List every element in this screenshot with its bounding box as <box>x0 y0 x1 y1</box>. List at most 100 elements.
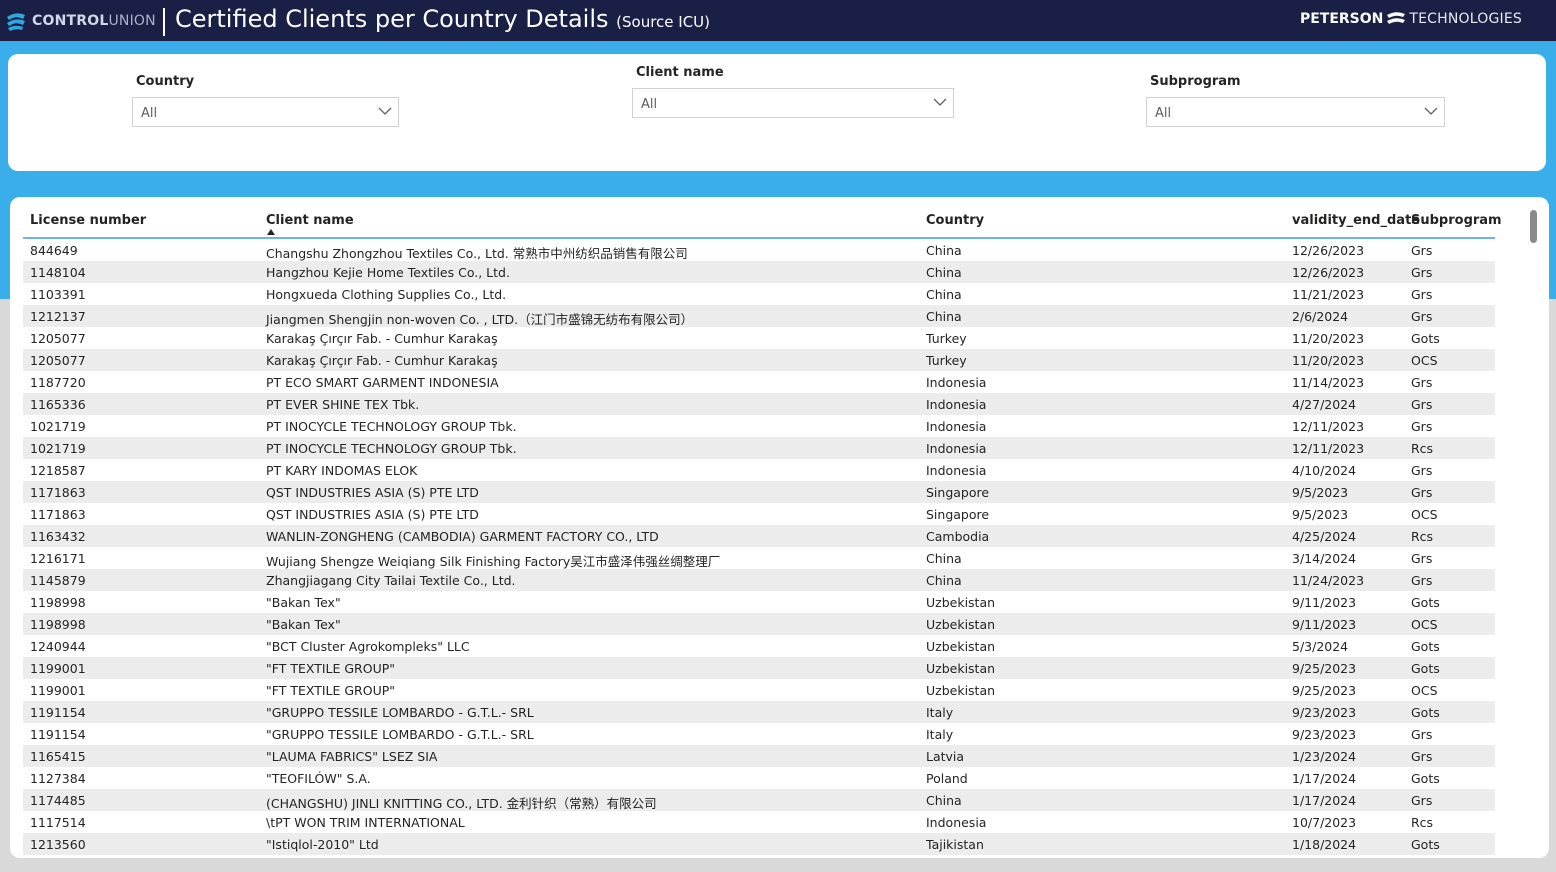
license-number-cell: 1205077 <box>30 331 86 346</box>
column-header-subprogram[interactable]: Subprogram <box>1411 213 1502 228</box>
country-cell: Indonesia <box>926 419 987 434</box>
table-row[interactable]: 1212137 Jiangmen Shengjin non-woven Co. ,… <box>23 305 1495 327</box>
country-cell: China <box>926 243 962 258</box>
table-row[interactable]: 1103391 Hongxueda Clothing Supplies Co., … <box>23 283 1495 305</box>
license-number-cell: 844649 <box>30 243 78 258</box>
table-row[interactable]: 1021719 PT INOCYCLE TECHNOLOGY GROUP Tbk.… <box>23 415 1495 437</box>
validity-end-date-cell: 2/6/2024 <box>1292 309 1349 324</box>
subprogram-cell: Gots <box>1411 331 1440 346</box>
table-row[interactable]: 844649 Changshu Zhongzhou Textiles Co., L… <box>23 239 1495 261</box>
subprogram-cell: Grs <box>1411 419 1433 434</box>
country-cell: Singapore <box>926 485 990 500</box>
table-row[interactable]: 1187720 PT ECO SMART GARMENT INDONESIA Ind… <box>23 371 1495 393</box>
country-cell: Turkey <box>926 353 967 368</box>
client-name-cell: "LAUMA FABRICS" LSEZ SIA <box>266 749 438 764</box>
client-name-cell: WANLIN-ZONGHENG (CAMBODIA) GARMENT FACTO… <box>266 529 659 544</box>
country-cell: Uzbekistan <box>926 595 996 610</box>
table-row[interactable]: 1216171 Wujiang Shengze Weiqiang Silk Fin… <box>23 547 1495 569</box>
table-row[interactable]: 1205077 Karakaş Çırçır Fab. - Cumhur Kara… <box>23 349 1495 371</box>
client-name-dropdown[interactable]: All <box>632 88 954 118</box>
validity-end-date-cell: 1/17/2024 <box>1292 793 1357 808</box>
subprogram-cell: Grs <box>1411 727 1433 742</box>
client-name-cell: Zhangjiagang City Tailai Textile Co., Lt… <box>266 573 516 588</box>
client-name-cell: Karakaş Çırçır Fab. - Cumhur Karakaş <box>266 353 498 368</box>
client-name-slicer: Client name All <box>632 65 954 118</box>
subprogram-cell: Grs <box>1411 551 1433 566</box>
report-header: CONTROLUNION Certified Clients per Count… <box>0 0 1556 41</box>
validity-end-date-cell: 4/27/2024 <box>1292 397 1357 412</box>
table-row[interactable]: 1171863 QST INDUSTRIES ASIA (S) PTE LTD Si… <box>23 503 1495 525</box>
table-row[interactable]: 1165415 "LAUMA FABRICS" LSEZ SIA Latvia 1/2… <box>23 745 1495 767</box>
page-title-source: (Source ICU) <box>616 13 711 31</box>
table-row[interactable]: 1174485 (CHANGSHU) JINLI KNITTING CO., LT… <box>23 789 1495 811</box>
country-cell: Indonesia <box>926 397 987 412</box>
client-name-cell: \tPT WON TRIM INTERNATIONAL <box>266 815 465 830</box>
subprogram-cell: OCS <box>1411 683 1438 698</box>
license-number-cell: 1187720 <box>30 375 86 390</box>
subprogram-cell: Rcs <box>1411 815 1434 830</box>
column-header-validity-end-date[interactable]: validity_end_date <box>1292 213 1420 228</box>
country-slicer: Country All <box>132 74 399 127</box>
table-row[interactable]: 1218587 PT KARY INDOMAS ELOK Indonesia 4/10… <box>23 459 1495 481</box>
country-cell: China <box>926 309 962 324</box>
table-row[interactable]: 1213560 "Istiqlol-2010" Ltd Tajikistan 1/18… <box>23 833 1495 855</box>
table-row[interactable]: 1021719 PT INOCYCLE TECHNOLOGY GROUP Tbk.… <box>23 437 1495 459</box>
subprogram-cell: Grs <box>1411 463 1433 478</box>
column-header-country[interactable]: Country <box>926 213 984 228</box>
subprogram-cell: OCS <box>1411 353 1438 368</box>
subprogram-cell: Grs <box>1411 265 1433 280</box>
table-row[interactable]: 1191154 "GRUPPO TESSILE LOMBARDO - G.T.L.… <box>23 723 1495 745</box>
table-row[interactable]: 1240944 "BCT Cluster Agrokompleks" LLC Uzb… <box>23 635 1495 657</box>
table-row[interactable]: 1127384 "TEOFILÓW" S.A. Poland 1/17/2024 Got… <box>23 767 1495 789</box>
client-name-cell: PT INOCYCLE TECHNOLOGY GROUP Tbk. <box>266 441 517 456</box>
table-row[interactable]: 1191154 "GRUPPO TESSILE LOMBARDO - G.T.L.… <box>23 701 1495 723</box>
country-cell: Uzbekistan <box>926 661 996 676</box>
country-dropdown[interactable]: All <box>132 97 399 127</box>
client-name-cell: "Bakan Tex" <box>266 595 341 610</box>
validity-end-date-cell: 11/24/2023 <box>1292 573 1365 588</box>
validity-end-date-cell: 1/17/2024 <box>1292 771 1357 786</box>
subprogram-dropdown[interactable]: All <box>1146 97 1445 127</box>
validity-end-date-cell: 12/26/2023 <box>1292 243 1365 258</box>
chevron-down-icon <box>933 98 947 106</box>
country-cell: Poland <box>926 771 968 786</box>
table-row[interactable]: 1199001 "FT TEXTILE GROUP" Uzbekistan 9/25/… <box>23 657 1495 679</box>
validity-end-date-cell: 5/3/2024 <box>1292 639 1349 654</box>
client-name-dropdown-value: All <box>641 97 658 112</box>
license-number-cell: 1191154 <box>30 727 86 742</box>
column-header-license-number[interactable]: License number <box>30 213 146 228</box>
table-row[interactable]: 1165336 PT EVER SHINE TEX Tbk. Indonesia 4/… <box>23 393 1495 415</box>
table-scrollbar[interactable] <box>1530 210 1537 243</box>
table-row[interactable]: 1205077 Karakaş Çırçır Fab. - Cumhur Kara… <box>23 327 1495 349</box>
table-row[interactable]: 1171863 QST INDUSTRIES ASIA (S) PTE LTD Si… <box>23 481 1495 503</box>
license-number-cell: 1165336 <box>30 397 86 412</box>
client-name-cell: Hongxueda Clothing Supplies Co., Ltd. <box>266 287 507 302</box>
table-row[interactable]: 1163432 WANLIN-ZONGHENG (CAMBODIA) GARMEN… <box>23 525 1495 547</box>
subprogram-cell: Grs <box>1411 375 1433 390</box>
table-row[interactable]: 1198998 "Bakan Tex" Uzbekistan 9/11/2023 OCS <box>23 613 1495 635</box>
country-cell: Uzbekistan <box>926 639 996 654</box>
subprogram-cell: Gots <box>1411 639 1440 654</box>
license-number-cell: 1103391 <box>30 287 86 302</box>
license-number-cell: 1165415 <box>30 749 86 764</box>
table-row[interactable]: 1199001 "FT TEXTILE GROUP" Uzbekistan 9/25/… <box>23 679 1495 701</box>
license-number-cell: 1213560 <box>30 837 86 852</box>
client-name-cell: "FT TEXTILE GROUP" <box>266 683 396 698</box>
table-row[interactable]: 1148104 Hangzhou Kejie Home Textiles Co.,… <box>23 261 1495 283</box>
client-name-cell: Jiangmen Shengjin non-woven Co. , LTD.（江… <box>266 312 694 327</box>
client-name-cell: PT INOCYCLE TECHNOLOGY GROUP Tbk. <box>266 419 517 434</box>
validity-end-date-cell: 9/5/2023 <box>1292 507 1349 522</box>
client-name-cell: Hangzhou Kejie Home Textiles Co., Ltd. <box>266 265 510 280</box>
validity-end-date-cell: 4/25/2024 <box>1292 529 1357 544</box>
table-row[interactable]: 1198998 "Bakan Tex" Uzbekistan 9/11/2023 Got… <box>23 591 1495 613</box>
validity-end-date-cell: 9/11/2023 <box>1292 617 1357 632</box>
country-cell: Cambodia <box>926 529 990 544</box>
table-row[interactable]: 1117514 \tPT WON TRIM INTERNATIONAL Indone… <box>23 811 1495 833</box>
country-cell: Indonesia <box>926 441 987 456</box>
country-cell: Indonesia <box>926 463 987 478</box>
table-row[interactable]: 1145879 Zhangjiagang City Tailai Textile … <box>23 569 1495 591</box>
validity-end-date-cell: 1/23/2024 <box>1292 749 1357 764</box>
column-header-client-name[interactable]: Client name <box>266 213 354 228</box>
brand-left-bold: CONTROL <box>32 13 109 29</box>
license-number-cell: 1117514 <box>30 815 86 830</box>
